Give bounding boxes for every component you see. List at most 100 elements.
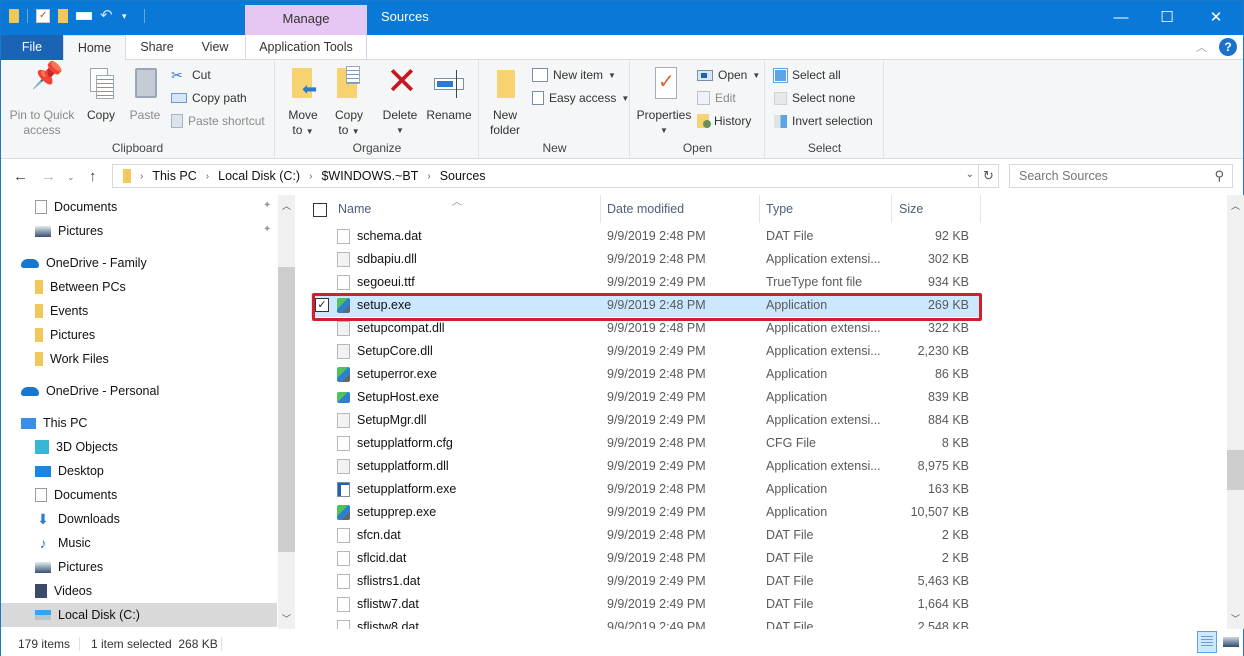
file-row[interactable]: sflcid.dat 9/9/2019 2:48 PM DAT File 2 KB <box>311 547 981 570</box>
properties-button[interactable]: ✓ Properties ▼ <box>635 66 693 138</box>
breadcrumb-this-pc[interactable]: This PC <box>152 169 196 183</box>
delete-button[interactable]: ✕ Delete ▼ <box>379 62 421 138</box>
tab-home[interactable]: Home <box>63 35 126 61</box>
file-row[interactable]: sflistrs1.dat 9/9/2019 2:49 PM DAT File 5,4… <box>311 570 981 593</box>
copy-to-button[interactable]: Copy to ▼ <box>328 66 370 139</box>
file-row[interactable]: sfcn.dat 9/9/2019 2:48 PM DAT File 2 KB <box>311 524 981 547</box>
tab-share[interactable]: Share <box>129 35 185 60</box>
tab-file[interactable]: File <box>1 35 63 60</box>
paste-shortcut-button[interactable]: Paste shortcut <box>171 114 265 128</box>
history-button[interactable]: History <box>697 114 751 128</box>
file-row[interactable]: SetupMgr.dll 9/9/2019 2:49 PM Application … <box>311 409 981 432</box>
column-name[interactable]: Name <box>338 202 371 216</box>
paste-button[interactable]: Paste <box>125 66 165 123</box>
tab-application-tools[interactable]: Application Tools <box>245 35 367 60</box>
nav-item-videos[interactable]: Videos <box>1 579 277 603</box>
up-arrow-icon[interactable]: ↑ <box>89 168 97 185</box>
forward-arrow-icon[interactable]: → <box>41 168 56 185</box>
column-divider[interactable] <box>600 195 601 223</box>
nav-item-pictures[interactable]: Pictures <box>1 323 277 347</box>
cut-button[interactable]: ✂ Cut <box>171 68 211 82</box>
file-row[interactable]: schema.dat 9/9/2019 2:48 PM DAT File 92 KB <box>311 225 981 248</box>
new-folder-icon[interactable] <box>58 9 68 23</box>
file-row[interactable]: setupcompat.dll 9/9/2019 2:48 PM Applicati… <box>311 317 981 340</box>
file-row[interactable]: sflistw7.dat 9/9/2019 2:49 PM DAT File 1,66… <box>311 593 981 616</box>
breadcrumb-local-disk[interactable]: Local Disk (C:) <box>218 169 300 183</box>
column-date-modified[interactable]: Date modified <box>607 202 684 216</box>
nav-item-documents[interactable]: Documents <box>1 483 277 507</box>
column-divider[interactable] <box>891 195 892 223</box>
invert-selection-button[interactable]: Invert selection <box>774 114 873 128</box>
tab-manage[interactable]: Manage <box>245 5 367 35</box>
address-dropdown-icon[interactable]: ⌄ <box>966 169 974 180</box>
search-box[interactable]: ⚲ <box>1009 164 1233 188</box>
new-item-button[interactable]: New item ▼ <box>532 68 616 82</box>
maximize-button[interactable]: ☐ <box>1144 1 1190 35</box>
search-icon[interactable]: ⚲ <box>1214 168 1224 184</box>
breadcrumb-windows-bt[interactable]: $WINDOWS.~BT <box>321 169 418 183</box>
file-row[interactable]: setupplatform.exe 9/9/2019 2:48 PM Applica… <box>311 478 981 501</box>
nav-item-3d-objects[interactable]: 3D Objects <box>1 435 277 459</box>
pin-to-quick-access-button[interactable]: 📌 Pin to Quick access <box>7 62 77 138</box>
scroll-down-icon[interactable]: ﹀ <box>1227 612 1244 625</box>
customize-dropdown-icon[interactable]: ▾ <box>122 9 136 23</box>
address-bar[interactable]: › This PC › Local Disk (C:) › $WINDOWS.~… <box>112 164 979 188</box>
file-row[interactable]: sflistw8.dat 9/9/2019 2:49 PM DAT File 2,54… <box>311 616 981 629</box>
copy-button[interactable]: Copy <box>81 66 121 123</box>
pin-icon[interactable]: ✦ <box>263 224 273 235</box>
file-row[interactable]: setupplatform.dll 9/9/2019 2:49 PM Applica… <box>311 455 981 478</box>
file-row[interactable]: sdbapiu.dll 9/9/2019 2:48 PM Application e… <box>311 248 981 271</box>
edit-button[interactable]: Edit <box>697 91 736 105</box>
file-row[interactable]: SetupCore.dll 9/9/2019 2:49 PM Application… <box>311 340 981 363</box>
scroll-up-icon[interactable]: ︿ <box>1227 199 1244 212</box>
pin-icon[interactable]: ✦ <box>263 200 273 211</box>
properties-icon[interactable]: ✓ <box>36 9 50 23</box>
nav-item-music[interactable]: ♪ Music <box>1 531 277 555</box>
column-size[interactable]: Size <box>899 202 923 216</box>
nav-item-between-pcs[interactable]: Between PCs <box>1 275 277 299</box>
large-icons-view-button[interactable] <box>1221 631 1241 653</box>
tab-view[interactable]: View <box>187 35 243 60</box>
new-folder-button[interactable]: New folder <box>484 66 526 138</box>
move-to-button[interactable]: ⬅ Move to ▼ <box>282 66 324 139</box>
scroll-down-icon[interactable]: ﹀ <box>278 612 295 625</box>
easy-access-button[interactable]: Easy access ▼ <box>532 91 629 105</box>
collapse-ribbon-icon[interactable]: ︿ <box>1196 39 1207 55</box>
file-row[interactable]: SetupHost.exe 9/9/2019 2:49 PM Application… <box>311 386 981 409</box>
nav-item-events[interactable]: Events <box>1 299 277 323</box>
nav-item-documents[interactable]: Documents ✦ <box>1 195 277 219</box>
select-all-button[interactable]: Select all <box>773 67 841 83</box>
nav-item-onedrive-personal[interactable]: OneDrive - Personal <box>1 379 277 403</box>
nav-item-this-pc[interactable]: This PC <box>1 411 277 435</box>
nav-item-desktop[interactable]: Desktop <box>1 459 277 483</box>
nav-item-pictures[interactable]: Pictures ✦ <box>1 219 277 243</box>
nav-item-downloads[interactable]: ⬇ Downloads <box>1 507 277 531</box>
scrollbar-thumb[interactable] <box>278 267 295 552</box>
select-all-checkbox[interactable] <box>313 203 327 217</box>
back-arrow-icon[interactable]: ← <box>13 168 28 185</box>
open-button[interactable]: Open ▼ <box>697 68 760 82</box>
folder-icon[interactable] <box>9 9 19 23</box>
nav-item-work-files[interactable]: Work Files <box>1 347 277 371</box>
file-row[interactable]: ✓ setup.exe 9/9/2019 2:48 PM Application 269… <box>311 294 981 317</box>
details-view-button[interactable] <box>1197 631 1217 653</box>
search-input[interactable] <box>1019 169 1209 183</box>
nav-item-pictures[interactable]: Pictures <box>1 555 277 579</box>
file-row[interactable]: segoeui.ttf 9/9/2019 2:49 PM TrueType font… <box>311 271 981 294</box>
file-list-scrollbar[interactable]: ︿ ﹀ <box>1227 195 1244 629</box>
nav-item-onedrive-family[interactable]: OneDrive - Family <box>1 251 277 275</box>
help-icon[interactable]: ? <box>1219 38 1237 56</box>
row-checkbox[interactable]: ✓ <box>315 298 329 312</box>
column-divider[interactable] <box>980 195 981 223</box>
copy-path-button[interactable]: Copy path <box>171 91 247 105</box>
scroll-up-icon[interactable]: ︿ <box>278 199 295 212</box>
select-none-button[interactable]: Select none <box>774 91 855 105</box>
breadcrumb-sources[interactable]: Sources <box>440 169 486 183</box>
nav-item-local-disk-c[interactable]: Local Disk (C:) <box>1 603 277 627</box>
column-divider[interactable] <box>759 195 760 223</box>
file-row[interactable]: setuperror.exe 9/9/2019 2:48 PM Applicatio… <box>311 363 981 386</box>
undo-icon[interactable]: ↶ <box>100 8 114 23</box>
close-button[interactable]: ✕ <box>1193 1 1239 35</box>
scrollbar-thumb[interactable] <box>1227 450 1244 490</box>
file-row[interactable]: setupprep.exe 9/9/2019 2:49 PM Application… <box>311 501 981 524</box>
